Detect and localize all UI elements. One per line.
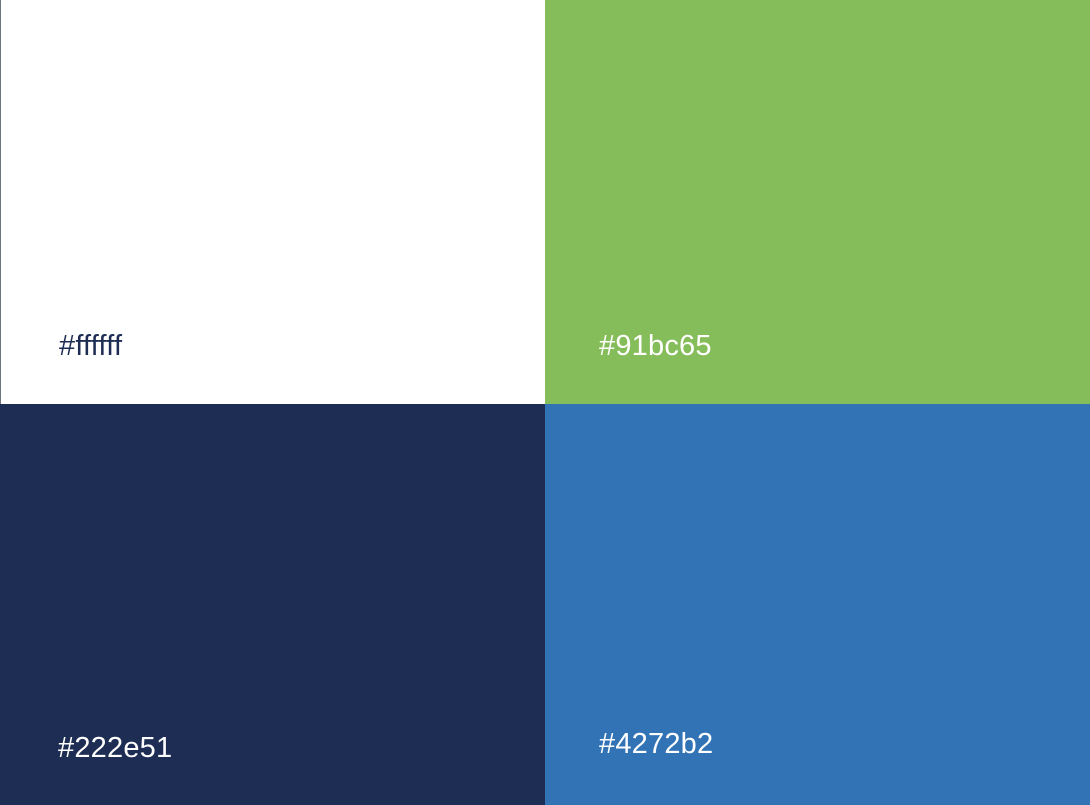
swatch-hex-label: #4272b2 bbox=[599, 728, 714, 760]
color-swatch-white: #ffffff bbox=[0, 0, 545, 404]
color-swatch-green: #91bc65 bbox=[545, 0, 1090, 404]
color-swatch-blue: #4272b2 bbox=[545, 404, 1090, 805]
swatch-hex-label: #222e51 bbox=[58, 732, 173, 764]
swatch-hex-label: #91bc65 bbox=[599, 330, 712, 362]
swatch-hex-label: #ffffff bbox=[59, 330, 123, 362]
color-palette: #ffffff #91bc65 #222e51 #4272b2 bbox=[0, 0, 1090, 805]
color-swatch-navy: #222e51 bbox=[0, 404, 545, 805]
